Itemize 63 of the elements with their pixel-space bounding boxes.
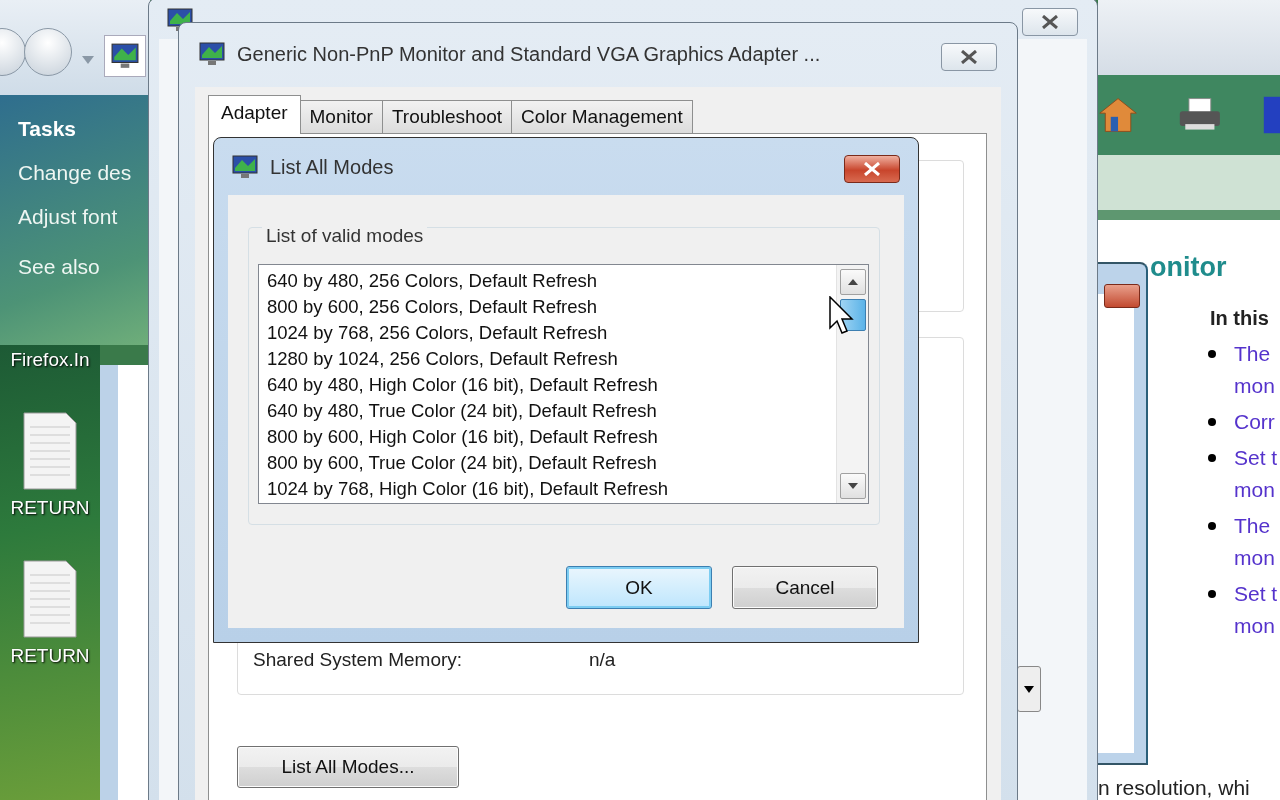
list-item[interactable]: 1024 by 768, High Color (16 bit), Default Refresh xyxy=(265,476,671,502)
dialog-title: List All Modes xyxy=(270,155,394,179)
bullet-icon xyxy=(1208,350,1216,358)
monitor-icon xyxy=(111,42,139,70)
help-link[interactable]: The mon xyxy=(1234,338,1275,402)
list-item[interactable]: 640 by 480, True Color (24 bit), Default Refresh xyxy=(265,398,659,424)
tab[interactable]: Color Management xyxy=(511,100,693,134)
cursor-icon xyxy=(829,296,855,336)
tab[interactable]: Monitor xyxy=(299,100,383,134)
document-icon xyxy=(22,411,78,491)
see-also-heading: See also xyxy=(18,255,101,279)
tab[interactable]: Troubleshoot xyxy=(381,100,513,134)
caret-icon xyxy=(847,483,858,489)
bullet-icon xyxy=(1208,418,1216,426)
close-button[interactable] xyxy=(1022,8,1078,36)
list-item[interactable]: 640 by 480, High Color (16 bit), Default Refresh xyxy=(265,372,660,398)
bullet-icon xyxy=(1208,522,1216,530)
bullet-icon xyxy=(1208,454,1216,462)
monitor-icon xyxy=(167,7,193,33)
close-button[interactable] xyxy=(941,43,997,71)
field-label: Shared System Memory: xyxy=(253,649,464,671)
scroll-up-button[interactable] xyxy=(839,269,866,295)
address-field[interactable] xyxy=(104,35,146,77)
caret-icon xyxy=(847,279,858,285)
desktop-icon-label[interactable]: Firefox.In xyxy=(10,349,90,371)
field-value: n/a xyxy=(589,649,616,671)
list-item[interactable]: 800 by 600, High Color (16 bit), Default Refresh xyxy=(265,424,660,450)
dialog-button[interactable]: OK xyxy=(566,566,712,609)
close-button[interactable] xyxy=(844,155,900,183)
scrollbar[interactable] xyxy=(836,265,868,503)
list-item[interactable]: 640 by 480, 256 Colors, Default Refresh xyxy=(265,268,600,294)
help-link[interactable]: Set t mon xyxy=(1234,578,1278,642)
help-text: n resolution, whi xyxy=(1098,776,1250,800)
list-item[interactable]: 1280 by 1024, 256 Colors, Default Refresh xyxy=(265,346,620,372)
bullet-icon xyxy=(1208,590,1216,598)
desktop-icon-label[interactable]: RETURN xyxy=(10,645,90,667)
list-item[interactable]: 800 by 600, 256 Colors, Default Refresh xyxy=(265,294,600,320)
task-link[interactable]: Adjust font xyxy=(18,205,150,229)
modes-list[interactable] xyxy=(258,264,869,504)
help-heading: onitor xyxy=(1150,252,1228,283)
close-icon xyxy=(1041,15,1059,29)
list-all-modes-button[interactable]: List All Modes... xyxy=(237,746,459,788)
document-icon xyxy=(22,559,78,639)
monitor-icon xyxy=(232,154,258,180)
close-button[interactable] xyxy=(1104,284,1140,308)
dropdown-button[interactable] xyxy=(1017,666,1041,712)
dialog-button[interactable]: Cancel xyxy=(732,566,878,609)
help-subheading: In this xyxy=(1210,307,1270,330)
help-link[interactable]: Set t mon xyxy=(1234,442,1278,506)
task-link[interactable]: Change des xyxy=(18,161,150,185)
help-link[interactable]: Corr xyxy=(1234,406,1275,438)
tab[interactable]: Adapter xyxy=(208,95,301,134)
close-icon xyxy=(863,162,881,176)
caret-icon xyxy=(1024,685,1034,693)
window-title: Generic Non-PnP Monitor and Standard VGA Graphics Adapter ... xyxy=(237,42,821,66)
desktop-icon-label[interactable]: RETURN xyxy=(10,497,90,519)
close-icon xyxy=(960,50,978,64)
help-link[interactable]: The mon xyxy=(1234,510,1275,574)
list-item[interactable]: 1024 by 768, 256 Colors, Default Refresh xyxy=(265,320,610,346)
tasks-heading: Tasks xyxy=(18,117,77,141)
scroll-down-button[interactable] xyxy=(839,473,866,499)
list-item[interactable]: 800 by 600, True Color (24 bit), Default Refresh xyxy=(265,450,659,476)
monitor-icon xyxy=(199,41,225,67)
